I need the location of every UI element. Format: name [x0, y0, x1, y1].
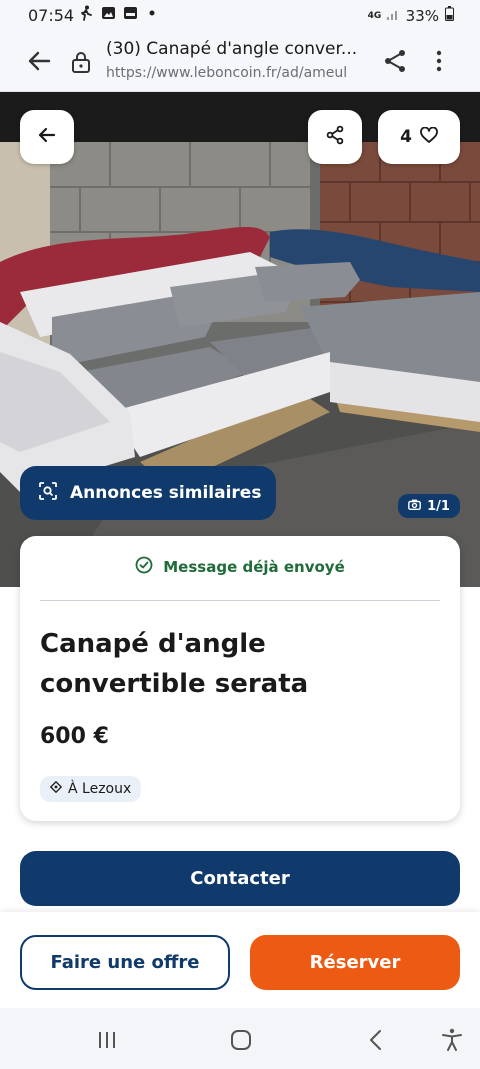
hero-share-button[interactable] [308, 110, 362, 164]
back-arrow-icon [37, 125, 57, 149]
status-bar: 07:54 4G 33% [0, 0, 480, 32]
message-sent-status: Message déjà envoyé [20, 556, 460, 578]
heart-icon [420, 126, 438, 148]
browser-back-arrow-icon[interactable] [26, 47, 54, 75]
dot-icon [144, 5, 160, 21]
status-right: 4G 33% [368, 6, 454, 25]
battery-icon [445, 6, 454, 25]
listing-info-card: Message déjà envoyé Canapé d'angle conve… [20, 536, 460, 821]
location-chip[interactable]: À Lezoux [40, 776, 142, 802]
share-icon [325, 125, 345, 149]
listing-price: 600 € [40, 724, 109, 749]
listing-photo[interactable]: 4 Annonces similaires 1/1 [0, 92, 480, 587]
more-vert-icon[interactable] [428, 47, 450, 75]
walking-icon [78, 5, 94, 21]
back-icon[interactable] [362, 1026, 390, 1054]
accessibility-icon[interactable] [438, 1026, 466, 1054]
location-label: À Lezoux [68, 781, 132, 797]
hero-back-button[interactable] [20, 110, 74, 164]
similar-ads-button[interactable]: Annonces similaires [20, 466, 276, 520]
recents-icon[interactable] [93, 1026, 121, 1054]
browser-toolbar: (30) Canapé d'angle conver... https://ww… [0, 32, 480, 92]
bottom-action-bar: Faire une offre Réserver [0, 912, 480, 1008]
location-pin-icon [49, 780, 63, 797]
status-notification-icons [78, 5, 160, 21]
contact-button[interactable]: Contacter [20, 851, 460, 906]
message-sent-label: Message déjà envoyé [163, 558, 345, 576]
page-url[interactable]: https://www.leboncoin.fr/ad/ameul [106, 65, 366, 81]
hdr-icon [122, 5, 138, 21]
photo-counter-badge: 1/1 [398, 494, 460, 518]
system-navigation-bar [0, 1008, 480, 1069]
status-time: 07:54 [28, 6, 75, 25]
camera-icon [408, 499, 421, 514]
lock-icon[interactable] [70, 50, 92, 74]
network-label: 4G [367, 10, 382, 21]
signal-icon [386, 7, 400, 25]
listing-title: Canapé d'angle convertible serata [40, 629, 309, 699]
photo-counter-label: 1/1 [427, 498, 450, 514]
make-offer-button[interactable]: Faire une offre [20, 935, 230, 990]
gallery-icon [100, 5, 116, 21]
check-circle-icon [135, 556, 153, 578]
battery-label: 33% [405, 6, 439, 25]
reserve-button[interactable]: Réserver [250, 935, 460, 990]
favorites-count: 4 [400, 127, 412, 147]
page-title[interactable]: (30) Canapé d'angle conver... [106, 39, 368, 59]
home-icon[interactable] [227, 1026, 255, 1054]
browser-share-icon[interactable] [382, 47, 408, 75]
similar-search-icon [38, 481, 58, 506]
favorite-button[interactable]: 4 [378, 110, 460, 164]
card-divider [40, 600, 440, 601]
similar-ads-label: Annonces similaires [70, 483, 262, 503]
